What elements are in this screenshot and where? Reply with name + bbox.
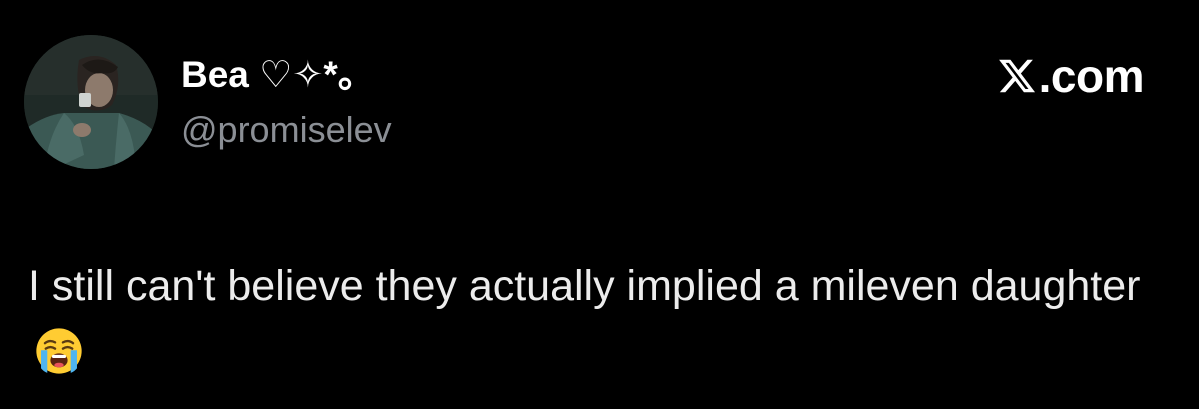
avatar-photo [24,35,158,169]
author-display-name[interactable]: Bea ♡✧*。 [181,55,375,95]
x-brand-mark: .com [997,50,1145,102]
author-handle[interactable]: @promiselev [181,110,392,150]
tweet-card: Bea ♡✧*。 @promiselev .com I still can't … [0,0,1199,409]
tweet-text: I still can't believe they actually impl… [28,262,1141,310]
x-logo-icon [998,59,1035,93]
avatar[interactable] [24,35,158,169]
brand-domain-label: .com [1038,50,1145,102]
tweet-body: I still can't believe they actually impl… [28,252,1168,388]
loudly-crying-face-emoji [36,328,82,374]
